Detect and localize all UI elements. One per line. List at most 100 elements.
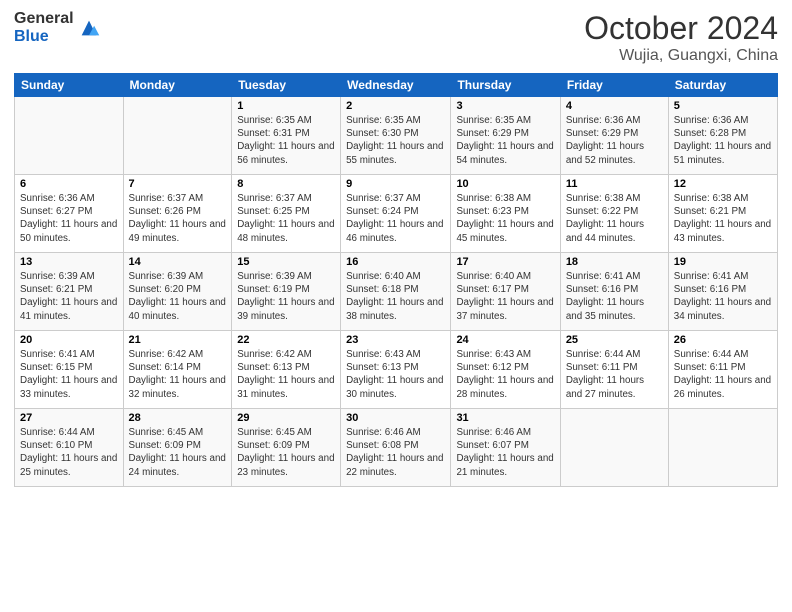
calendar-cell: 21Sunrise: 6:42 AMSunset: 6:14 PMDayligh…: [123, 331, 232, 409]
calendar: SundayMondayTuesdayWednesdayThursdayFrid…: [14, 73, 778, 487]
calendar-cell: 5 Sunrise: 6:36 AMSunset: 6:28 PMDaylight…: [668, 97, 777, 175]
logo-blue: Blue: [14, 28, 74, 46]
day-number: 3: [456, 100, 554, 112]
day-info: Sunrise: 6:45 AMSunset: 6:09 PMDaylight:…: [129, 426, 227, 479]
calendar-cell: 13 Sunrise: 6:39 AMSunset: 6:21 PMDayligh…: [15, 253, 124, 331]
calendar-cell: 26 Sunrise: 6:44 AMSunset: 6:11 PMDayligh…: [668, 331, 777, 409]
header: General Blue October 2024 Wujia, Guangxi…: [14, 10, 778, 65]
page: General Blue October 2024 Wujia, Guangxi…: [0, 0, 792, 612]
day-info: Sunrise: 6:44 AMSunset: 6:11 PMDaylight:…: [674, 348, 772, 401]
day-info: Sunrise: 6:43 AMSunset: 6:13 PMDaylight:…: [346, 348, 445, 401]
calendar-cell: 20 Sunrise: 6:41 AMSunset: 6:15 PMDayligh…: [15, 331, 124, 409]
dow-header-sunday: Sunday: [15, 74, 124, 97]
day-info: Sunrise: 6:38 AMSunset: 6:21 PMDaylight:…: [674, 192, 772, 245]
calendar-cell: 27Sunrise: 6:44 AMSunset: 6:10 PMDayligh…: [15, 409, 124, 487]
day-number: 28: [129, 412, 227, 424]
day-info: Sunrise: 6:38 AMSunset: 6:22 PMDaylight:…: [566, 192, 663, 245]
day-info: Sunrise: 6:42 AMSunset: 6:13 PMDaylight:…: [237, 348, 335, 401]
dow-header-saturday: Saturday: [668, 74, 777, 97]
day-info: Sunrise: 6:40 AMSunset: 6:18 PMDaylight:…: [346, 270, 445, 323]
calendar-cell: 9 Sunrise: 6:37 AMSunset: 6:24 PMDaylight…: [341, 175, 451, 253]
day-number: 4: [566, 100, 663, 112]
calendar-cell: [123, 97, 232, 175]
calendar-cell: 25 Sunrise: 6:44 AMSunset: 6:11 PMDayligh…: [560, 331, 668, 409]
calendar-cell: 8 Sunrise: 6:37 AMSunset: 6:25 PMDaylight…: [232, 175, 341, 253]
day-info: Sunrise: 6:39 AMSunset: 6:21 PMDaylight:…: [20, 270, 118, 323]
calendar-cell: 6 Sunrise: 6:36 AMSunset: 6:27 PMDaylight…: [15, 175, 124, 253]
logo-general: General: [14, 10, 74, 28]
day-number: 27: [20, 412, 118, 424]
calendar-cell: 19 Sunrise: 6:41 AMSunset: 6:16 PMDayligh…: [668, 253, 777, 331]
calendar-cell: 17Sunrise: 6:40 AMSunset: 6:17 PMDayligh…: [451, 253, 560, 331]
day-number: 6: [20, 178, 118, 190]
day-number: 20: [20, 334, 118, 346]
calendar-cell: 16 Sunrise: 6:40 AMSunset: 6:18 PMDayligh…: [341, 253, 451, 331]
calendar-cell: 24Sunrise: 6:43 AMSunset: 6:12 PMDayligh…: [451, 331, 560, 409]
day-number: 19: [674, 256, 772, 268]
dow-header-friday: Friday: [560, 74, 668, 97]
day-info: Sunrise: 6:36 AMSunset: 6:28 PMDaylight:…: [674, 114, 772, 167]
calendar-cell: 2 Sunrise: 6:35 AMSunset: 6:30 PMDaylight…: [341, 97, 451, 175]
day-info: Sunrise: 6:38 AMSunset: 6:23 PMDaylight:…: [456, 192, 554, 245]
calendar-cell: 23 Sunrise: 6:43 AMSunset: 6:13 PMDayligh…: [341, 331, 451, 409]
day-number: 24: [456, 334, 554, 346]
calendar-cell: 15 Sunrise: 6:39 AMSunset: 6:19 PMDayligh…: [232, 253, 341, 331]
day-number: 1: [237, 100, 335, 112]
dow-header-monday: Monday: [123, 74, 232, 97]
dow-header-tuesday: Tuesday: [232, 74, 341, 97]
day-info: Sunrise: 6:35 AMSunset: 6:29 PMDaylight:…: [456, 114, 554, 167]
calendar-cell: [15, 97, 124, 175]
calendar-cell: 18 Sunrise: 6:41 AMSunset: 6:16 PMDayligh…: [560, 253, 668, 331]
day-info: Sunrise: 6:36 AMSunset: 6:29 PMDaylight:…: [566, 114, 663, 167]
day-info: Sunrise: 6:37 AMSunset: 6:25 PMDaylight:…: [237, 192, 335, 245]
day-info: Sunrise: 6:45 AMSunset: 6:09 PMDaylight:…: [237, 426, 335, 479]
day-number: 26: [674, 334, 772, 346]
day-number: 23: [346, 334, 445, 346]
calendar-cell: [668, 409, 777, 487]
day-number: 5: [674, 100, 772, 112]
day-info: Sunrise: 6:35 AMSunset: 6:30 PMDaylight:…: [346, 114, 445, 167]
dow-header-thursday: Thursday: [451, 74, 560, 97]
calendar-cell: 31Sunrise: 6:46 AMSunset: 6:07 PMDayligh…: [451, 409, 560, 487]
day-number: 2: [346, 100, 445, 112]
day-info: Sunrise: 6:39 AMSunset: 6:20 PMDaylight:…: [129, 270, 227, 323]
day-number: 10: [456, 178, 554, 190]
day-info: Sunrise: 6:44 AMSunset: 6:11 PMDaylight:…: [566, 348, 663, 401]
day-number: 12: [674, 178, 772, 190]
day-number: 13: [20, 256, 118, 268]
calendar-cell: 29Sunrise: 6:45 AMSunset: 6:09 PMDayligh…: [232, 409, 341, 487]
calendar-cell: [560, 409, 668, 487]
day-info: Sunrise: 6:46 AMSunset: 6:07 PMDaylight:…: [456, 426, 554, 479]
day-number: 9: [346, 178, 445, 190]
day-number: 11: [566, 178, 663, 190]
day-number: 16: [346, 256, 445, 268]
logo: General Blue: [14, 10, 100, 45]
day-info: Sunrise: 6:46 AMSunset: 6:08 PMDaylight:…: [346, 426, 445, 479]
calendar-cell: 10 Sunrise: 6:38 AMSunset: 6:23 PMDayligh…: [451, 175, 560, 253]
day-info: Sunrise: 6:41 AMSunset: 6:16 PMDaylight:…: [566, 270, 663, 323]
calendar-cell: 3 Sunrise: 6:35 AMSunset: 6:29 PMDaylight…: [451, 97, 560, 175]
day-number: 18: [566, 256, 663, 268]
calendar-cell: 4 Sunrise: 6:36 AMSunset: 6:29 PMDaylight…: [560, 97, 668, 175]
day-info: Sunrise: 6:37 AMSunset: 6:26 PMDaylight:…: [129, 192, 227, 245]
day-number: 25: [566, 334, 663, 346]
calendar-cell: 12 Sunrise: 6:38 AMSunset: 6:21 PMDayligh…: [668, 175, 777, 253]
calendar-cell: 22 Sunrise: 6:42 AMSunset: 6:13 PMDayligh…: [232, 331, 341, 409]
calendar-cell: 28 Sunrise: 6:45 AMSunset: 6:09 PMDayligh…: [123, 409, 232, 487]
logo-text: General Blue: [14, 10, 74, 45]
day-info: Sunrise: 6:41 AMSunset: 6:15 PMDaylight:…: [20, 348, 118, 401]
dow-header-wednesday: Wednesday: [341, 74, 451, 97]
day-number: 22: [237, 334, 335, 346]
day-info: Sunrise: 6:41 AMSunset: 6:16 PMDaylight:…: [674, 270, 772, 323]
calendar-cell: 1Sunrise: 6:35 AMSunset: 6:31 PMDaylight…: [232, 97, 341, 175]
day-number: 8: [237, 178, 335, 190]
day-info: Sunrise: 6:37 AMSunset: 6:24 PMDaylight:…: [346, 192, 445, 245]
day-info: Sunrise: 6:36 AMSunset: 6:27 PMDaylight:…: [20, 192, 118, 245]
day-info: Sunrise: 6:39 AMSunset: 6:19 PMDaylight:…: [237, 270, 335, 323]
logo-icon: [78, 17, 100, 39]
month-title: October 2024: [584, 10, 778, 47]
day-info: Sunrise: 6:40 AMSunset: 6:17 PMDaylight:…: [456, 270, 554, 323]
location-title: Wujia, Guangxi, China: [584, 47, 778, 65]
day-number: 15: [237, 256, 335, 268]
title-area: October 2024 Wujia, Guangxi, China: [584, 10, 778, 65]
